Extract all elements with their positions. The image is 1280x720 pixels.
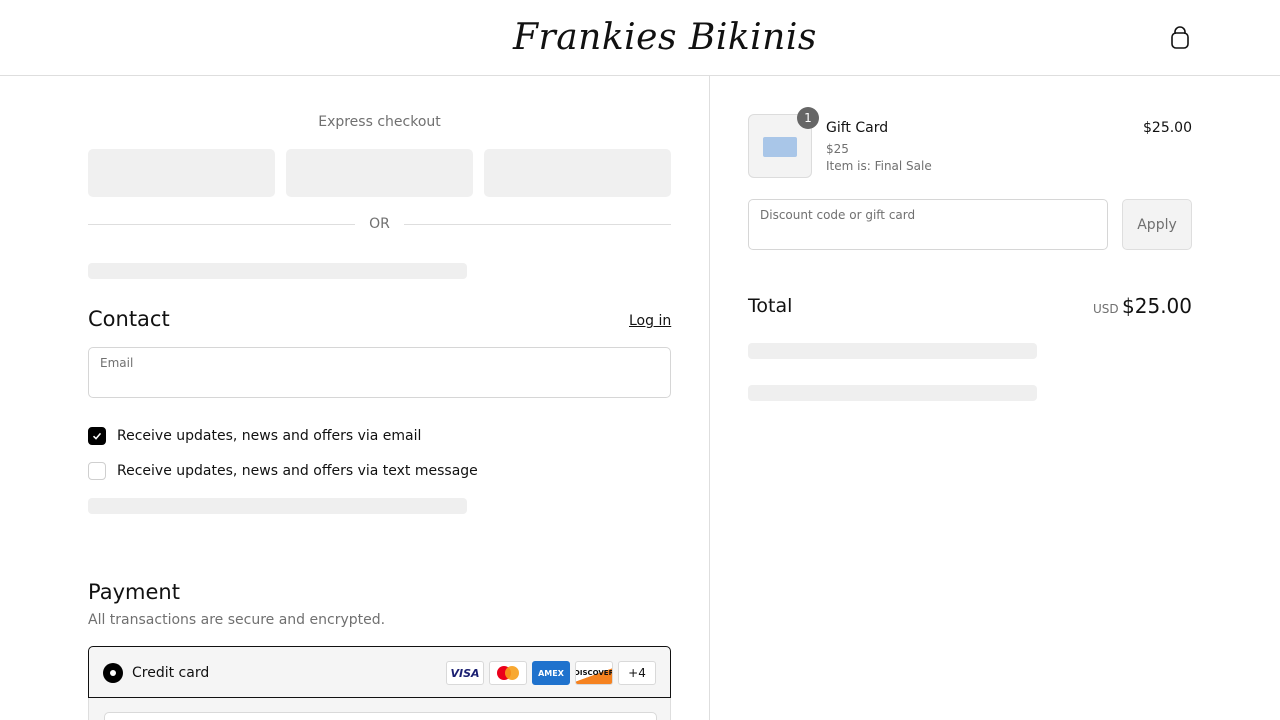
or-separator: OR xyxy=(88,214,671,234)
total-amount: $25.00 xyxy=(1122,294,1192,318)
credit-card-label: Credit card xyxy=(132,665,210,681)
card-number-field[interactable] xyxy=(104,712,657,720)
credit-card-radio[interactable] xyxy=(103,663,123,683)
more-card-brands-badge: +4 xyxy=(618,661,656,685)
credit-card-details xyxy=(88,698,671,720)
gift-card-image xyxy=(763,137,797,157)
payment-subtitle: All transactions are secure and encrypte… xyxy=(88,612,386,628)
currency-code: USD xyxy=(1093,302,1119,316)
sms-marketing-checkbox[interactable] xyxy=(88,462,106,480)
express-checkout-button-1[interactable] xyxy=(88,149,275,197)
express-checkout-button-3[interactable] xyxy=(484,149,671,197)
product-price: $25.00 xyxy=(1143,120,1192,136)
separator-line-right xyxy=(404,224,671,225)
sms-marketing-option[interactable]: Receive updates, news and offers via tex… xyxy=(88,461,478,481)
payment-title: Payment xyxy=(88,580,180,604)
discount-code-input[interactable]: Discount code or gift card xyxy=(748,199,1108,250)
contact-title: Contact xyxy=(88,307,170,331)
credit-card-option[interactable]: Credit card VISA AMEX DISCOVER +4 xyxy=(88,646,671,698)
brand-logo[interactable]: Frankies Bikinis xyxy=(513,14,816,62)
loading-skeleton xyxy=(88,263,467,279)
email-field[interactable]: Email xyxy=(88,347,671,398)
express-checkout-button-2[interactable] xyxy=(286,149,473,197)
total-label: Total xyxy=(748,295,793,317)
mastercard-logo-icon xyxy=(489,661,527,685)
site-header: Frankies Bikinis xyxy=(0,0,1280,76)
column-divider xyxy=(709,76,710,720)
discover-logo-icon: DISCOVER xyxy=(575,661,613,685)
shopping-bag-icon[interactable] xyxy=(1168,24,1192,52)
email-marketing-label: Receive updates, news and offers via ema… xyxy=(117,428,422,444)
loading-skeleton xyxy=(748,343,1037,359)
email-marketing-option[interactable]: Receive updates, news and offers via ema… xyxy=(88,426,421,446)
product-note: Item is: Final Sale xyxy=(826,159,932,173)
sms-marketing-label: Receive updates, news and offers via tex… xyxy=(117,463,478,479)
amex-logo-icon: AMEX xyxy=(532,661,570,685)
checkmark-icon xyxy=(92,432,102,440)
product-variant: $25 xyxy=(826,142,849,156)
visa-logo-icon: VISA xyxy=(446,661,484,685)
email-marketing-checkbox[interactable] xyxy=(88,427,106,445)
loading-skeleton xyxy=(748,385,1037,401)
login-link[interactable]: Log in xyxy=(629,313,671,329)
discount-code-label: Discount code or gift card xyxy=(760,208,916,222)
quantity-badge: 1 xyxy=(797,107,819,129)
express-checkout-title: Express checkout xyxy=(318,114,441,130)
email-field-label: Email xyxy=(100,356,134,370)
apply-button[interactable]: Apply xyxy=(1122,199,1192,250)
loading-skeleton xyxy=(88,498,467,514)
product-name: Gift Card xyxy=(826,120,889,136)
